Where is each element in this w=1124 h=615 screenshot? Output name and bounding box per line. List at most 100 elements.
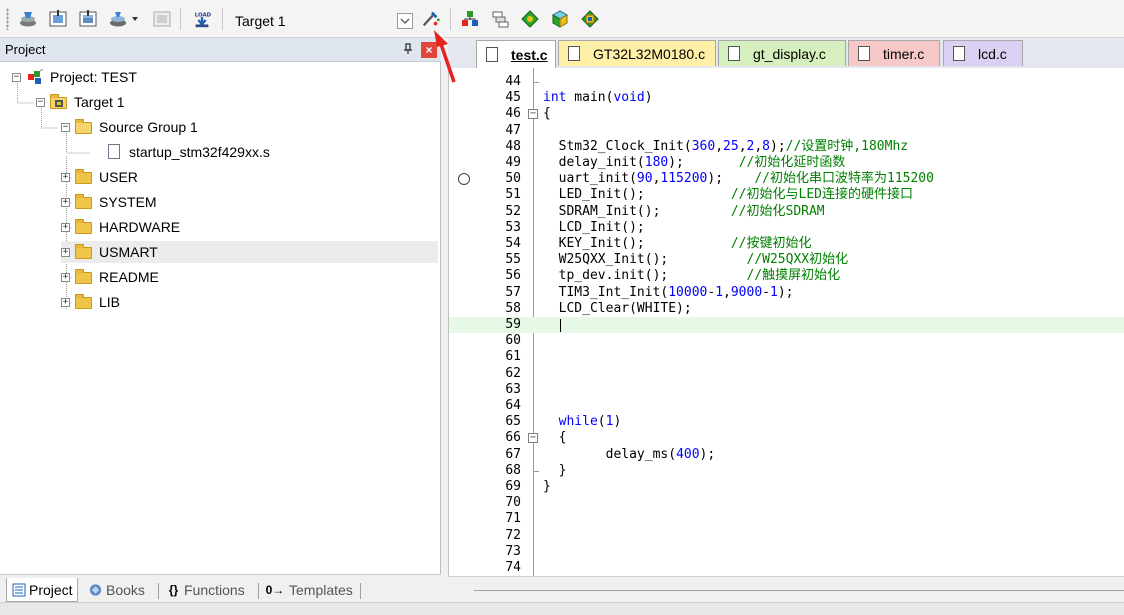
tab-functions[interactable]: {} Functions [166,578,245,602]
code-line[interactable]: 46−{ [449,106,1124,122]
code-line[interactable]: 67 delay_ms(400); [449,447,1124,463]
code-line[interactable]: 48 Stm32_Clock_Init(360,25,2,8);//设置时钟,1… [449,139,1124,155]
file-icon [105,144,123,160]
expand-icon[interactable]: + [61,222,70,232]
code-text: delay_init(180); //初始化延时函数 [543,155,846,170]
tree-item-source-group-1[interactable]: − Source Group 1 [61,116,198,138]
load-icon[interactable]: LOAD [192,9,212,29]
code-line[interactable]: 51 LED_Init(); //初始化与LED连接的硬件接口 [449,187,1124,203]
target-icon [50,94,68,110]
code-line[interactable]: 44 [449,74,1124,90]
code-line[interactable]: 61 [449,349,1124,365]
batch-build-icon[interactable] [108,9,128,29]
build-icon[interactable] [48,9,68,29]
fold-toggle-icon[interactable]: − [528,433,538,444]
code-editor[interactable]: 44 45 int main(void) 46−{47 48 Stm32_Clock_I… [448,68,1124,576]
tab-label: Functions [184,582,245,598]
expand-icon[interactable]: + [61,197,70,207]
tab-label: Project [29,581,73,598]
expand-icon[interactable]: + [61,297,70,307]
manage-project-items-icon[interactable] [460,9,480,29]
expand-icon[interactable]: + [61,247,70,257]
code-line[interactable]: 63 [449,382,1124,398]
tree-item-system[interactable]: + SYSTEM [61,191,157,213]
target-options-icon[interactable] [421,9,441,29]
line-number: 66 [505,430,521,446]
line-number: 62 [505,365,521,381]
tab-templates[interactable]: 0→ Templates [264,578,353,602]
code-line[interactable]: 53 LCD_Init(); [449,220,1124,236]
code-line[interactable]: 54 KEY_Init(); //按键初始化 [449,236,1124,252]
rebuild-icon[interactable] [78,9,98,29]
horizontal-scrollbar[interactable] [448,576,1124,602]
code-line[interactable]: 59 [449,317,1124,334]
collapse-icon[interactable]: − [12,72,21,82]
code-line[interactable]: 71 [449,511,1124,527]
collapse-icon[interactable]: − [36,97,45,107]
code-line[interactable]: 57 TIM3_Int_Init(10000-1,9000-1); [449,285,1124,301]
code-line[interactable]: 74 [449,560,1124,576]
code-line[interactable]: 62 [449,366,1124,382]
code-line[interactable]: 68 } [449,463,1124,479]
line-number: 48 [505,138,521,154]
pack-installer-icon[interactable] [520,9,540,29]
collapse-icon[interactable]: − [61,122,70,132]
scrollbar-track[interactable] [474,590,1124,591]
tree-item-usmart[interactable]: + USMART [61,241,438,263]
translate-icon[interactable] [18,9,38,29]
code-line[interactable]: 58 LCD_Clear(WHITE); [449,301,1124,317]
select-software-packs-icon[interactable] [550,9,570,29]
manage-run-time-environment-icon[interactable] [580,9,600,29]
file-icon [728,46,740,61]
target-select[interactable]: Target 1 [230,10,416,32]
templates-icon: 0→ [265,583,285,597]
tree-item-user[interactable]: + USER [61,166,138,188]
line-number: 60 [505,333,521,349]
code-line[interactable]: 49 delay_init(180); //初始化延时函数 [449,155,1124,171]
tree-item-startup-file[interactable]: startup_stm32f429xx.s [105,141,270,163]
tab-books[interactable]: Books [88,578,145,602]
code-line[interactable]: 60 [449,333,1124,349]
toolbar-grip[interactable] [6,8,9,30]
code-line[interactable]: 50 uart_init(90,115200); //初始化串口波特率为1152… [449,171,1124,187]
expand-icon[interactable]: + [61,172,70,182]
line-number: 69 [505,479,521,494]
tab-gt-display-c[interactable]: gt_display.c [718,40,846,66]
line-number: 46 [505,106,521,122]
line-number: 44 [505,74,521,89]
breakpoint-marker-icon[interactable] [458,173,470,186]
chevron-down-icon[interactable] [130,9,140,29]
code-line[interactable]: 64 [449,398,1124,414]
tree-item-readme[interactable]: + README [61,266,159,288]
code-line[interactable]: 56 tp_dev.init(); //触摸屏初始化 [449,268,1124,284]
code-line[interactable]: 72 [449,528,1124,544]
chevron-down-icon[interactable] [397,13,413,29]
folder-icon [75,169,93,185]
tab-timer-c[interactable]: timer.c [848,40,940,66]
tree-item-project[interactable]: − Project: TEST [12,66,137,88]
tree-item-label: USMART [99,244,158,260]
tab-test-c[interactable]: test.c [476,40,556,68]
file-extensions-icon[interactable] [490,9,510,29]
tree-item-hardware[interactable]: + HARDWARE [61,216,180,238]
code-line[interactable]: 47 [449,123,1124,139]
tab-lcd-c[interactable]: lcd.c [943,40,1023,66]
tab-gt32l32m0180-c[interactable]: GT32L32M0180.c [558,40,716,66]
fold-toggle-icon[interactable]: − [528,109,538,120]
code-line[interactable]: 52 SDRAM_Init(); //初始化SDRAM [449,204,1124,220]
code-line[interactable]: 45 int main(void) [449,90,1124,106]
tree-item-lib[interactable]: + LIB [61,291,120,313]
code-line[interactable]: 55 W25QXX_Init(); //W25QXX初始化 [449,252,1124,268]
code-line[interactable]: 73 [449,544,1124,560]
code-text: delay_ms(400); [543,446,716,462]
code-line[interactable]: 69} [449,479,1124,495]
tab-project[interactable]: Project [6,578,78,602]
tab-label: lcd.c [978,45,1007,62]
code-line[interactable]: 66− { [449,430,1124,446]
code-line[interactable]: 70 [449,495,1124,511]
tree-item-target[interactable]: − Target 1 [36,91,125,113]
stop-build-icon[interactable] [152,9,172,29]
expand-icon[interactable]: + [61,272,70,282]
toolbar: LOAD Target 1 [0,0,1124,38]
code-line[interactable]: 65 while(1) [449,414,1124,430]
